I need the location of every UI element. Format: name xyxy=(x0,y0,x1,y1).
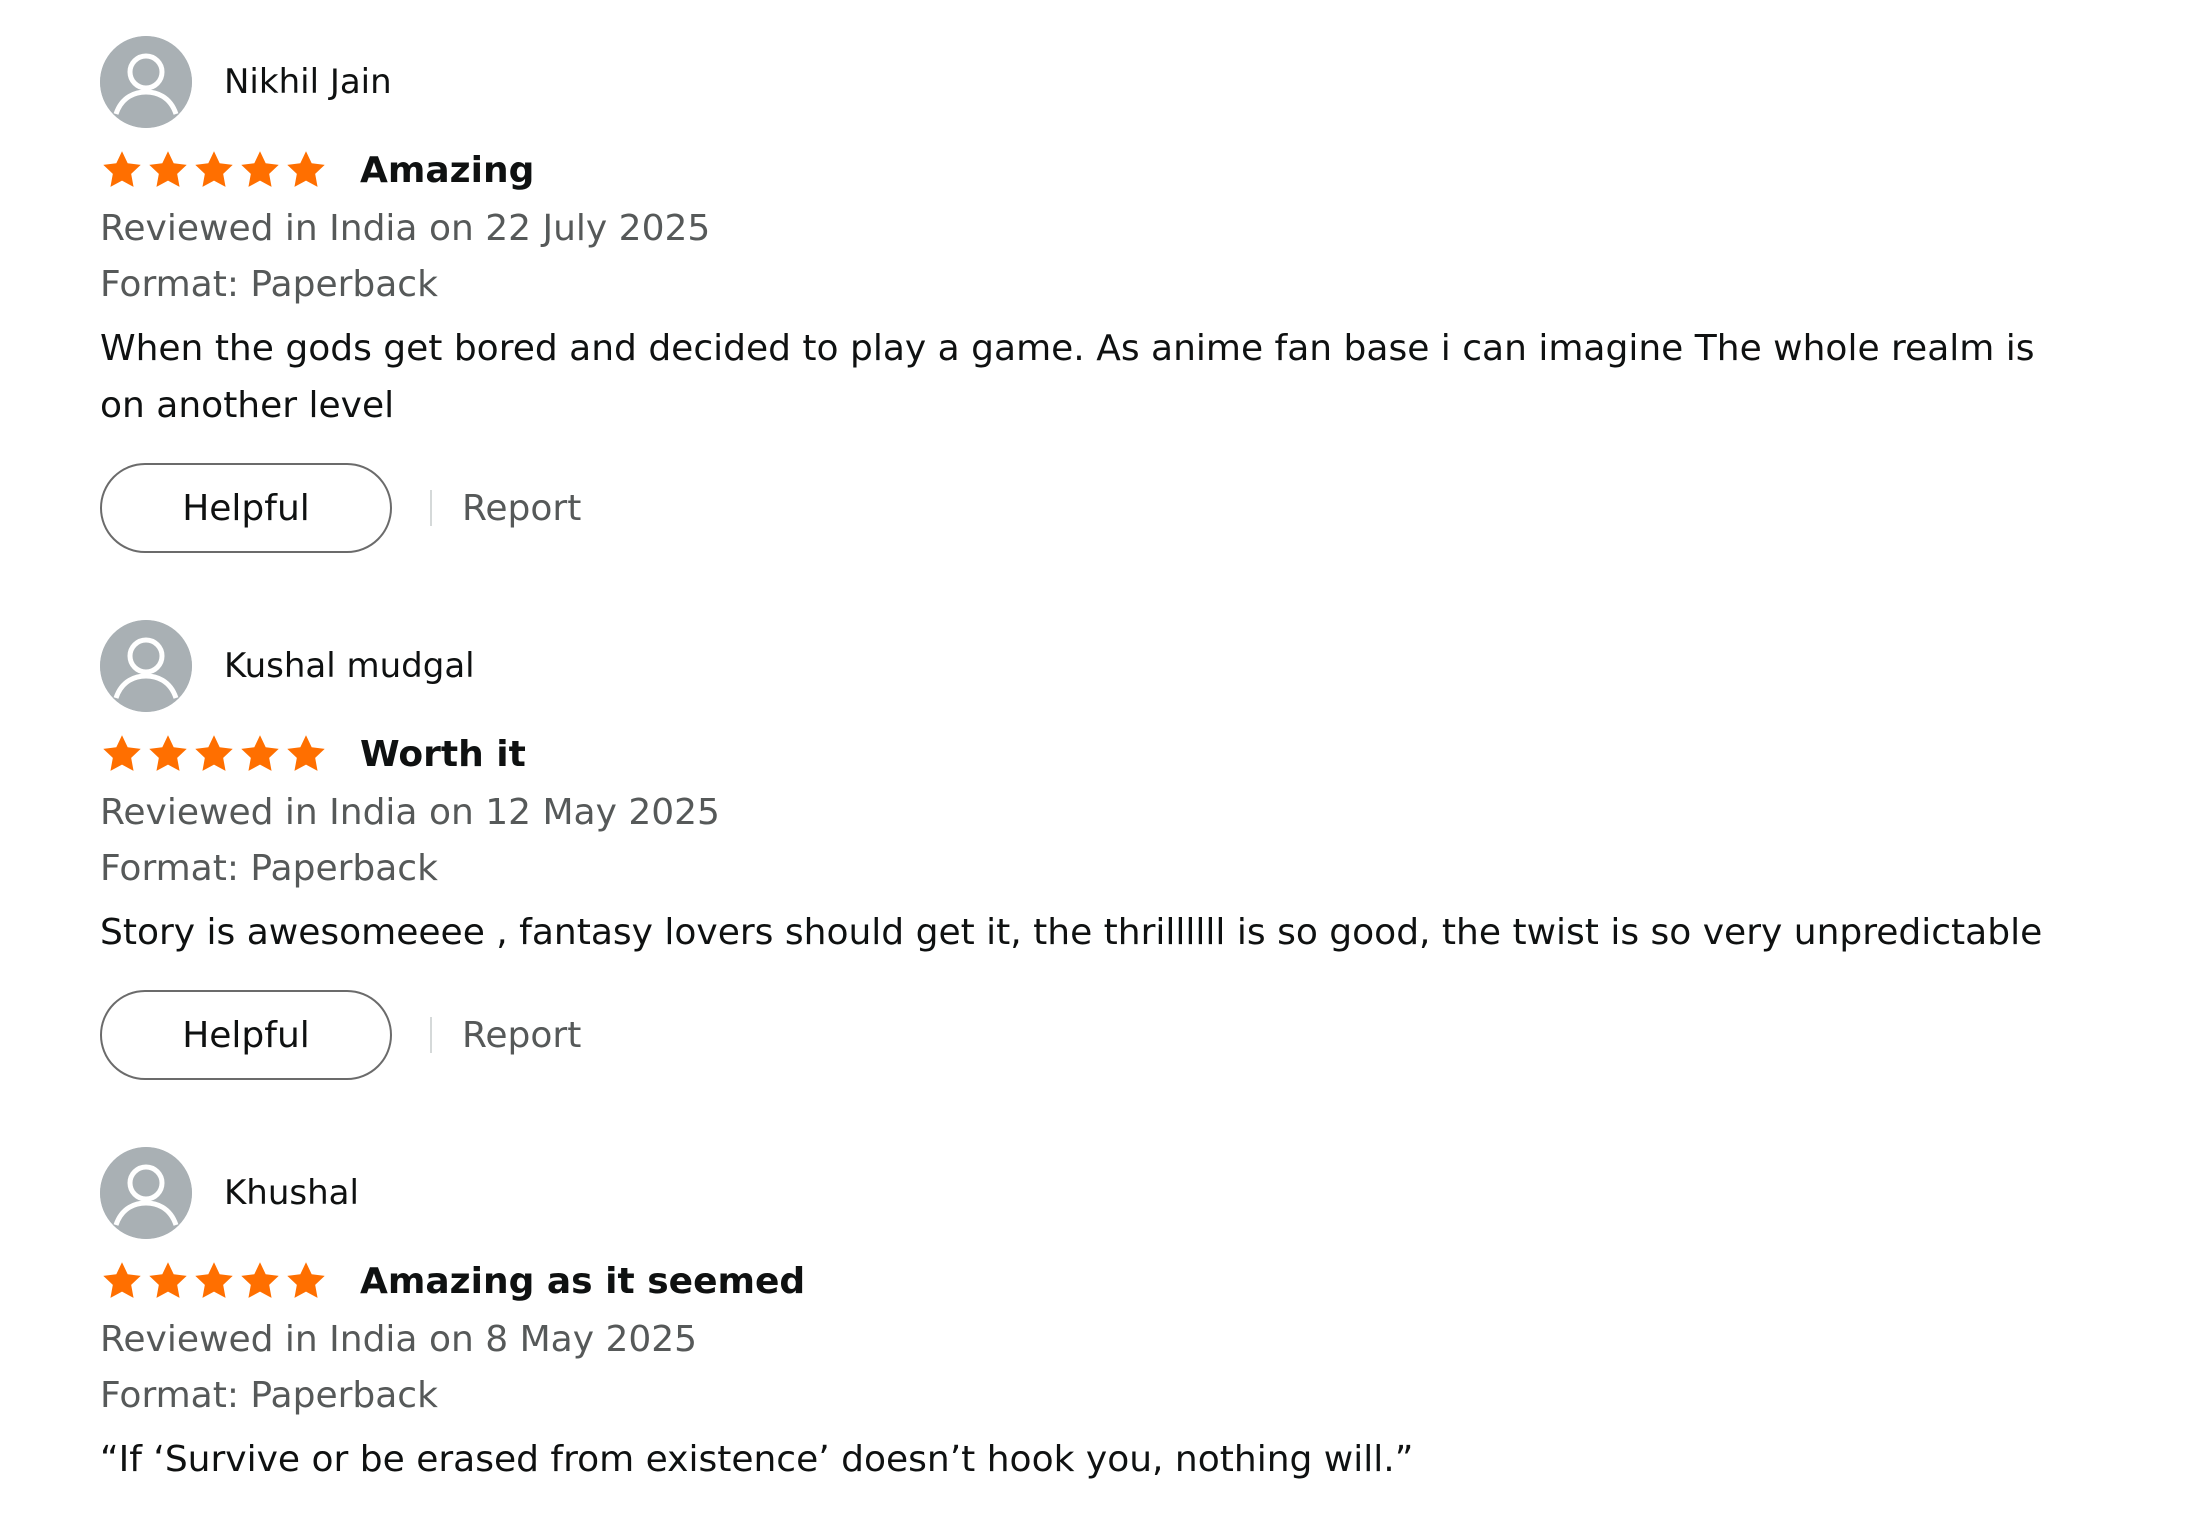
review-card: Kushal mudgal Worth it Reviewed in India… xyxy=(100,620,2100,1081)
helpful-button[interactable]: Helpful xyxy=(100,463,392,553)
review-actions: Helpful Report xyxy=(100,989,2100,1081)
star-filled-icon xyxy=(149,1262,187,1298)
avatar xyxy=(100,620,192,712)
review-title[interactable]: Worth it xyxy=(360,734,526,775)
avatar xyxy=(100,1147,192,1239)
star-filled-icon xyxy=(149,151,187,187)
reviewer-profile[interactable]: Khushal xyxy=(100,1147,2100,1239)
star-filled-icon xyxy=(103,1262,141,1298)
user-silhouette-icon xyxy=(100,36,192,128)
star-rating[interactable] xyxy=(100,1259,330,1303)
reviewer-name[interactable]: Nikhil Jain xyxy=(224,62,392,102)
review-format[interactable]: Format: Paperback xyxy=(100,844,2100,894)
rating-row: Amazing xyxy=(100,146,2100,194)
user-silhouette-icon xyxy=(100,620,192,712)
divider xyxy=(430,490,432,526)
star-filled-icon xyxy=(241,151,279,187)
rating-row: Amazing as it seemed xyxy=(100,1257,2100,1305)
user-silhouette-icon xyxy=(100,1147,192,1239)
helpful-button[interactable]: Helpful xyxy=(100,990,392,1080)
review-title[interactable]: Amazing as it seemed xyxy=(360,1261,805,1302)
report-link[interactable]: Report xyxy=(462,488,581,529)
star-filled-icon xyxy=(287,735,325,771)
reviewer-profile[interactable]: Kushal mudgal xyxy=(100,620,2100,712)
report-link[interactable]: Report xyxy=(462,1015,581,1056)
star-filled-icon xyxy=(287,151,325,187)
review-actions: Helpful Report xyxy=(100,462,2100,554)
star-filled-icon xyxy=(195,735,233,771)
review-date: Reviewed in India on 12 May 2025 xyxy=(100,792,720,833)
review-title[interactable]: Amazing xyxy=(360,150,534,191)
review-format[interactable]: Format: Paperback xyxy=(100,1371,2100,1421)
reviewer-name[interactable]: Khushal xyxy=(224,1173,359,1213)
star-filled-icon xyxy=(195,151,233,187)
review-body: When the gods get bored and decided to p… xyxy=(100,328,2035,426)
rating-row: Worth it xyxy=(100,730,2100,778)
review-card: Nikhil Jain Amazing Reviewed in India on… xyxy=(100,36,2100,554)
review-date: Reviewed in India on 8 May 2025 xyxy=(100,1319,698,1360)
star-rating[interactable] xyxy=(100,148,330,192)
reviewer-name[interactable]: Kushal mudgal xyxy=(224,646,475,686)
reviewer-profile[interactable]: Nikhil Jain xyxy=(100,36,2100,128)
review-body: “If ‘Survive or be erased from existence… xyxy=(100,1439,1414,1480)
avatar xyxy=(100,36,192,128)
star-filled-icon xyxy=(149,735,187,771)
review-date: Reviewed in India on 22 July 2025 xyxy=(100,208,711,249)
review-card: Khushal Amazing as it seemed Reviewed in… xyxy=(100,1147,2100,1488)
star-rating[interactable] xyxy=(100,732,330,776)
star-filled-icon xyxy=(103,151,141,187)
review-format[interactable]: Format: Paperback xyxy=(100,260,2100,310)
review-body: Story is awesomeeee , fantasy lovers sho… xyxy=(100,912,2043,953)
divider xyxy=(430,1017,432,1053)
star-filled-icon xyxy=(287,1262,325,1298)
star-filled-icon xyxy=(241,735,279,771)
star-filled-icon xyxy=(103,735,141,771)
star-filled-icon xyxy=(195,1262,233,1298)
star-filled-icon xyxy=(241,1262,279,1298)
